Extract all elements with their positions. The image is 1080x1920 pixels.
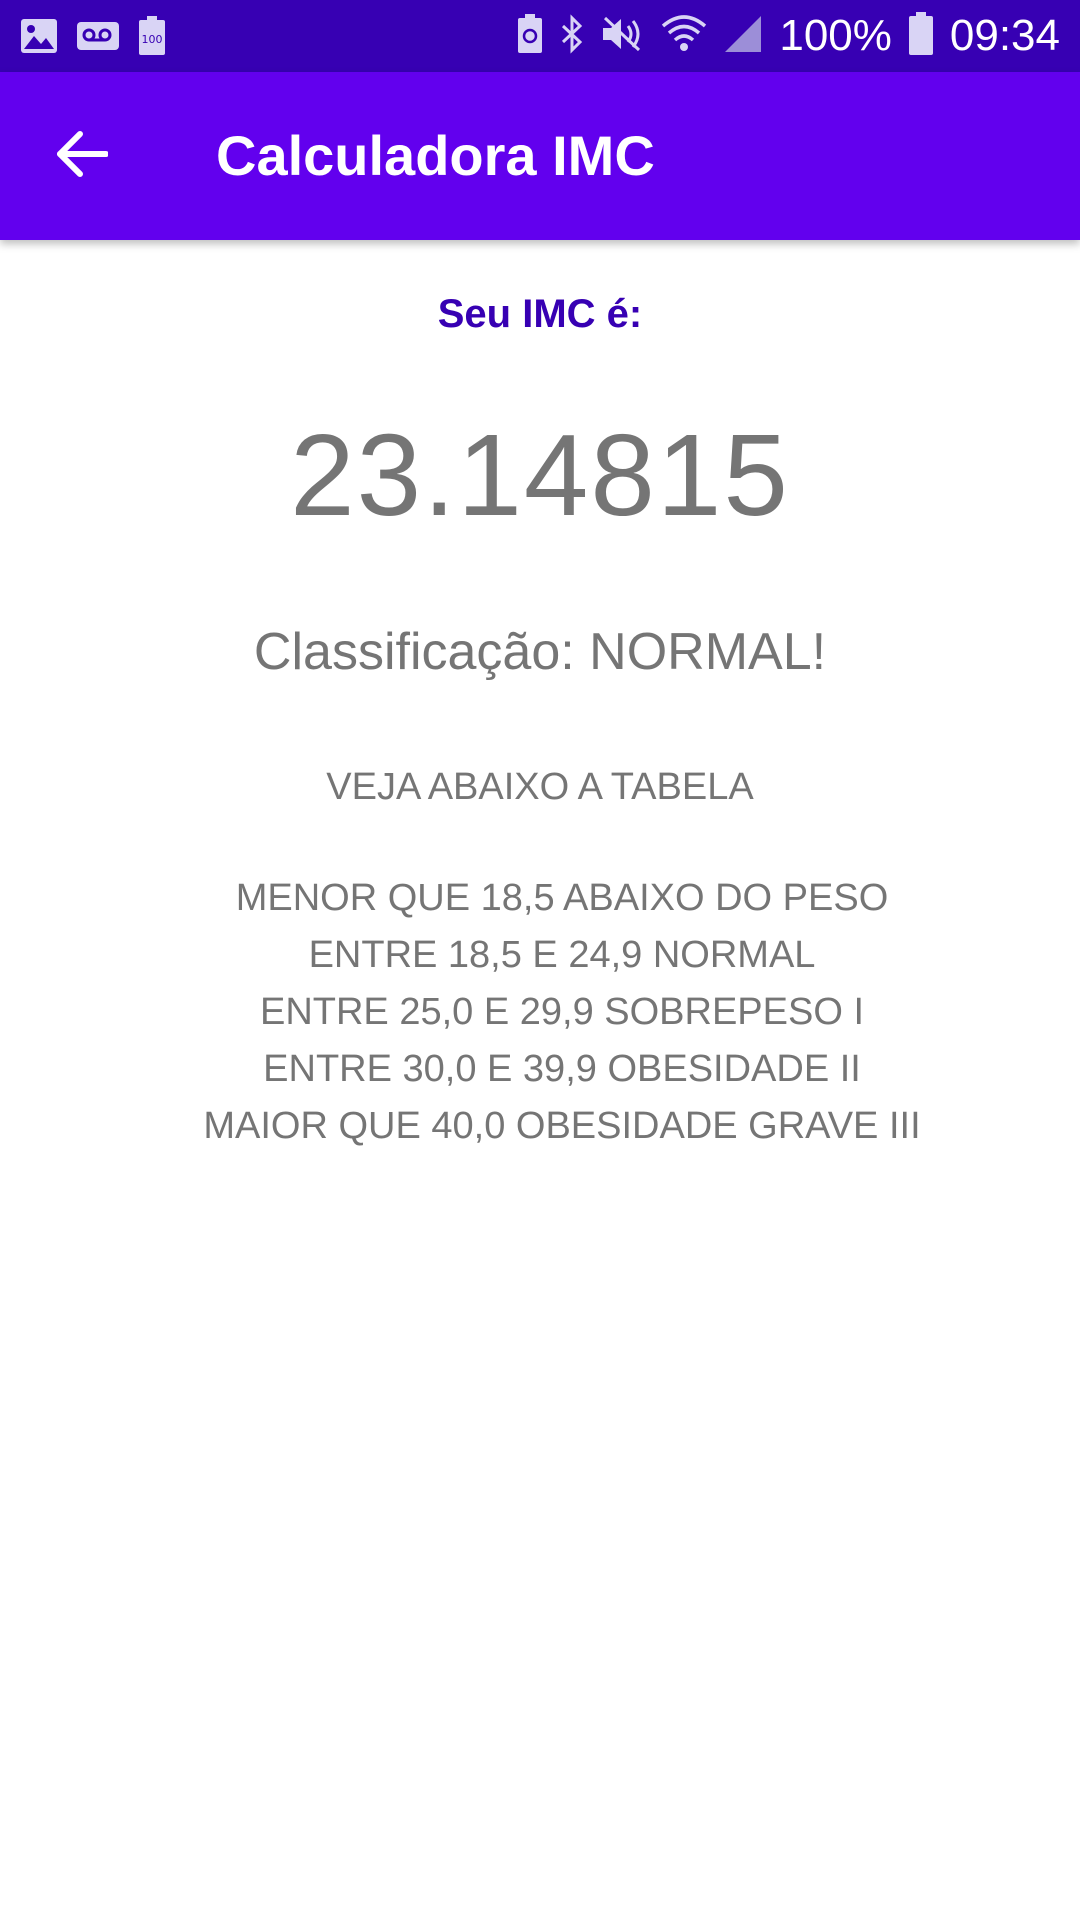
wifi-icon: [661, 14, 707, 59]
signal-icon: [723, 14, 763, 59]
battery-icon: [908, 11, 934, 61]
image-icon: [20, 18, 58, 59]
table-row: MAIOR QUE 40,0 OBESIDADE GRAVE III: [203, 1105, 921, 1147]
status-left-icons: 100: [20, 16, 166, 61]
battery-percent: 100%: [779, 11, 892, 60]
mute-icon: [601, 14, 645, 59]
app-bar: Calculadora IMC: [0, 72, 1080, 240]
table-row: ENTRE 25,0 E 29,9 SOBREPESO I: [259, 991, 865, 1033]
battery-recycle-icon: [517, 13, 543, 59]
status-bar: 100 100% 09:34: [0, 0, 1080, 72]
svg-text:100: 100: [142, 33, 163, 46]
clock: 09:34: [949, 11, 1060, 60]
table-row: MENOR QUE 18,5 ABAIXO DO PESO: [235, 877, 889, 919]
bluetooth-icon: [559, 13, 585, 59]
voicemail-icon: [76, 18, 120, 59]
status-right-icons: 100% 09:34: [517, 8, 1060, 64]
battery-saver-icon: 100: [138, 16, 166, 61]
table-heading: VEJA ABAIXO A TABELA: [326, 766, 754, 808]
page-title: Calculadora IMC: [216, 124, 655, 187]
back-button[interactable]: [34, 108, 130, 204]
imc-table: MENOR QUE 18,5 ABAIXO DO PESO ENTRE 18,5…: [0, 870, 1080, 1155]
imc-value: 23.14815: [290, 410, 790, 540]
table-row: ENTRE 18,5 E 24,9 NORMAL: [308, 934, 816, 976]
arrow-back-icon: [56, 130, 109, 183]
imc-label: Seu IMC é:: [437, 292, 643, 336]
classification-text: Classificação: NORMAL!: [253, 623, 827, 681]
table-row: ENTRE 30,0 E 39,9 OBESIDADE II: [263, 1048, 861, 1090]
